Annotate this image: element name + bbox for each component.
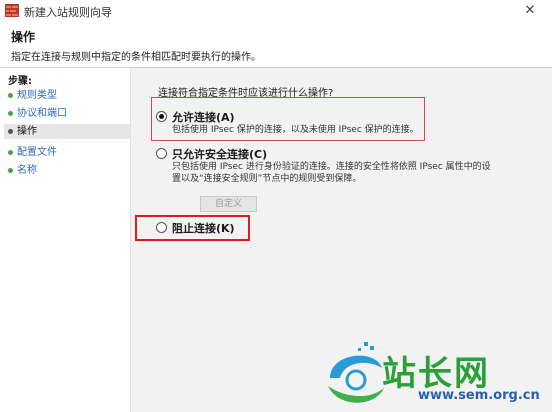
secure-only-label: 只允许安全连接(C)	[172, 148, 268, 161]
sidebar-item-label: 协议和端口	[17, 108, 67, 119]
watermark-url: www.sem.org.cn	[418, 388, 540, 403]
secure-only-description-line1: 只包括使用 IPsec 进行身份验证的连接。连接的安全性将依照 IPsec 属性…	[172, 162, 491, 172]
close-icon[interactable]: ✕	[522, 3, 538, 19]
wizard-window: 新建入站规则向导 ✕ 操作 指定在连接与规则中指定的条件相匹配时要执行的操作。 …	[0, 0, 552, 412]
secure-only-radio[interactable]	[156, 148, 167, 159]
window-title: 新建入站规则向导	[24, 6, 112, 19]
block-radio[interactable]	[156, 222, 167, 233]
watermark-logo-icon	[328, 342, 384, 403]
page-description: 指定在连接与规则中指定的条件相匹配时要执行的操作。	[11, 52, 261, 63]
title-bar: 新建入站规则向导 ✕	[0, 0, 552, 22]
firewall-app-icon	[5, 4, 19, 17]
step-bullet-icon	[8, 167, 13, 173]
block-label: 阻止连接(K)	[172, 222, 235, 235]
customize-button[interactable]: 自定义	[200, 196, 257, 212]
sidebar-item-action[interactable]: 操作	[4, 124, 130, 139]
allow-radio[interactable]	[156, 111, 167, 122]
step-bullet-icon	[8, 92, 13, 98]
steps-sidebar: 步骤: 规则类型 协议和端口 操作 配置文件 名称	[0, 68, 131, 412]
secure-only-description-line2: 置以及“连接安全规则”节点中的规则受到保障。	[172, 174, 362, 184]
sidebar-item-profile[interactable]: 配置文件	[8, 145, 126, 160]
site-watermark: 站长网 www.sem.org.cn	[320, 338, 552, 412]
sidebar-item-label: 配置文件	[17, 147, 57, 158]
sidebar-item-label: 操作	[17, 126, 37, 137]
sidebar-item-label: 规则类型	[17, 90, 57, 101]
steps-heading: 步骤:	[8, 76, 32, 87]
allow-description: 包括使用 IPsec 保护的连接，以及未使用 IPsec 保护的连接。	[172, 125, 419, 135]
step-bullet-icon	[8, 149, 13, 155]
page-title: 操作	[11, 30, 36, 44]
step-bullet-icon	[8, 128, 13, 134]
allow-label: 允许连接(A)	[172, 111, 235, 124]
sidebar-item-protocol-port[interactable]: 协议和端口	[8, 106, 126, 121]
sidebar-item-label: 名称	[17, 165, 37, 176]
page-header: 操作 指定在连接与规则中指定的条件相匹配时要执行的操作。	[0, 22, 552, 68]
step-bullet-icon	[8, 110, 13, 116]
sidebar-item-name[interactable]: 名称	[8, 163, 126, 178]
sidebar-item-rule-type[interactable]: 规则类型	[8, 88, 126, 103]
